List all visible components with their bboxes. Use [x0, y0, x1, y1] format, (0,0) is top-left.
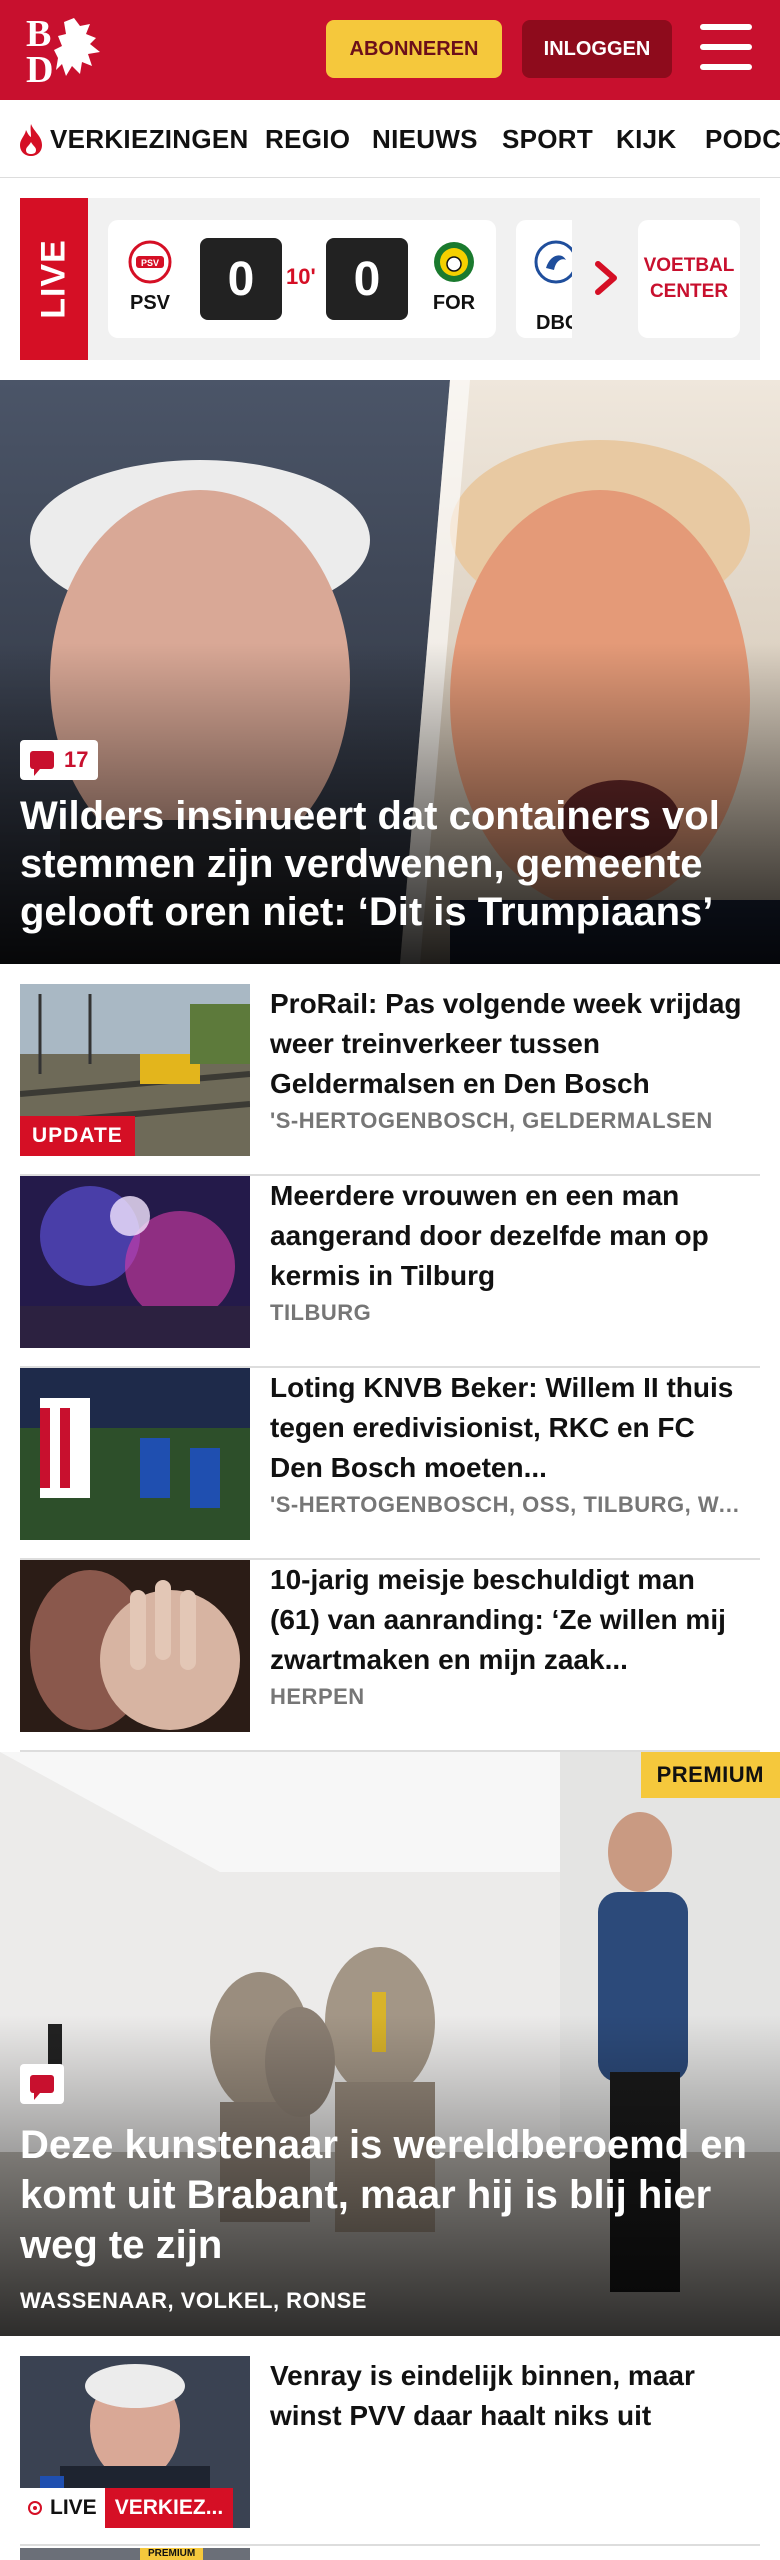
article-headline[interactable]: 10-jarig meisje beschuldigt man (61) van…: [270, 1560, 750, 1680]
bd-logo[interactable]: B D: [20, 13, 120, 91]
nav-item-nieuws[interactable]: NIEUWS: [372, 124, 478, 155]
article-thumbnail: [20, 1176, 250, 1348]
list-item[interactable]: Meerdere vrouwen en een man aangerand do…: [20, 1176, 760, 1368]
svg-text:PSV: PSV: [141, 258, 159, 268]
list-item[interactable]: 10-jarig meisje beschuldigt man (61) van…: [20, 1560, 760, 1752]
nav-item-regio[interactable]: REGIO: [265, 124, 350, 155]
fortuna-crest-icon: [434, 242, 474, 282]
next-team-abbr: DBC: [536, 312, 572, 334]
svg-text:D: D: [26, 49, 53, 86]
nav-item-podcast[interactable]: PODCAST: [705, 124, 780, 155]
premium-badge: PREMIUM: [640, 1752, 780, 1798]
list-item[interactable]: Loting KNVB Beker: Willem II thuis tegen…: [20, 1368, 760, 1560]
article-location: 'S-HERTOGENBOSCH, GELDERMALSEN: [270, 1108, 713, 1133]
article-thumbnail: [20, 1368, 250, 1540]
list-item[interactable]: UPDATE ProRail: Pas volgende week vrijda…: [20, 984, 760, 1176]
voetbal-center-link[interactable]: VOETBAL CENTER: [638, 220, 740, 338]
article-location: 'S-HERTOGENBOSCH, OSS, TILBURG, WAALWIJK: [270, 1492, 750, 1517]
menu-icon[interactable]: [700, 24, 752, 70]
hero-comment-count: 17: [20, 740, 99, 780]
premium-title[interactable]: Deze kunstenaar is wereldberoemd en komt…: [20, 2120, 760, 2270]
away-team-abbr: FOR: [432, 292, 476, 314]
premium-article[interactable]: PREMIUM Deze kunstenaar is wereldberoemd…: [0, 1752, 780, 2336]
hero-title[interactable]: Wilders insinueert dat containers vol st…: [20, 792, 760, 936]
article-location: TILBURG: [270, 1300, 372, 1325]
next-article-peek: PREMIUM: [20, 2548, 250, 2560]
dbc-crest-icon: [534, 240, 572, 284]
comment-icon: [30, 2075, 54, 2100]
live-label: LIVE: [20, 198, 88, 360]
live-scores-strip: LIVE PSV PSV 0 10' 0 FOR DBC: [20, 198, 760, 360]
article-headline[interactable]: Meerdere vrouwen en een man aangerand do…: [270, 1176, 750, 1296]
away-team: FOR: [424, 240, 484, 315]
psv-crest-icon: PSV: [128, 240, 172, 284]
live-match-card-2[interactable]: DBC: [516, 220, 572, 338]
article-thumbnail: [20, 1560, 250, 1732]
update-badge: UPDATE: [20, 1116, 135, 1156]
article-headline[interactable]: Venray is eindelijk binnen, maar winst P…: [270, 2356, 750, 2436]
top-bar: B D ABONNEREN INLOGGEN: [0, 0, 780, 100]
chevron-right-icon[interactable]: [592, 258, 622, 298]
live-dot-icon: [28, 2501, 42, 2515]
nav-item-sport[interactable]: SPORT: [502, 124, 593, 155]
article-headline[interactable]: ProRail: Pas volgende week vrijdag weer …: [270, 984, 750, 1104]
premium-badge: PREMIUM: [140, 2548, 204, 2560]
premium-location: WASSENAAR, VOLKEL, RONSE: [20, 2288, 367, 2313]
home-score: 0: [200, 238, 282, 320]
subscribe-button[interactable]: ABONNEREN: [326, 20, 502, 78]
flame-icon: [20, 124, 42, 156]
article-headline[interactable]: Loting KNVB Beker: Willem II thuis tegen…: [270, 1368, 750, 1488]
home-team: PSV PSV: [120, 240, 180, 315]
away-score: 0: [326, 238, 408, 320]
match-minute: 10': [286, 264, 316, 289]
home-team-abbr: PSV: [129, 292, 171, 314]
main-nav: VERKIEZINGEN REGIO NIEUWS SPORT KIJK POD…: [0, 100, 780, 178]
live-match-card[interactable]: PSV PSV 0 10' 0 FOR: [108, 220, 496, 338]
article-location: HERPEN: [270, 1684, 365, 1709]
hero-article[interactable]: 17 Wilders insinueert dat containers vol…: [0, 380, 780, 964]
premium-comment-icon: [20, 2064, 64, 2104]
live-verkiezingen-badge: LIVE VERKIEZ...: [20, 2488, 234, 2528]
list-item[interactable]: LIVE VERKIEZ... Venray is eindelijk binn…: [20, 2356, 760, 2546]
nav-item-kijk[interactable]: KIJK: [616, 124, 676, 155]
article-thumbnail: UPDATE: [20, 984, 250, 1156]
login-button[interactable]: INLOGGEN: [522, 20, 672, 78]
article-thumbnail: LIVE VERKIEZ...: [20, 2356, 250, 2528]
comment-icon: [30, 751, 54, 776]
nav-item-verkiezingen[interactable]: VERKIEZINGEN: [50, 124, 249, 155]
